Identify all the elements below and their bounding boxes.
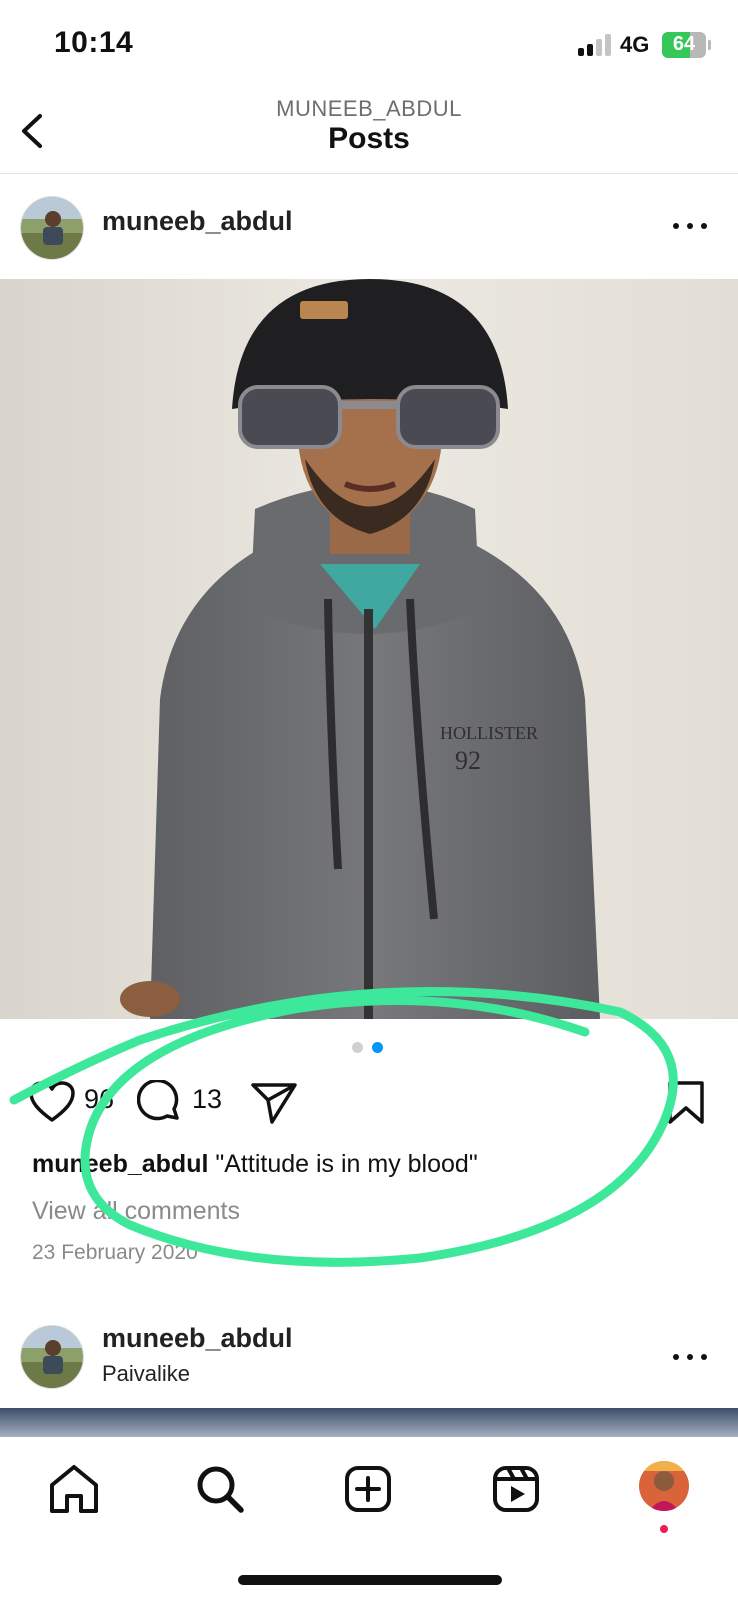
page-title: Posts — [328, 122, 410, 155]
svg-text:HOLLISTER: HOLLISTER — [440, 723, 538, 743]
like-button[interactable] — [28, 1080, 76, 1129]
signal-strength-icon — [578, 34, 612, 56]
next-post-username[interactable]: muneeb_abdul — [102, 1323, 293, 1354]
account-name: MUNEEB_ABDUL — [276, 96, 462, 121]
avatar-image — [21, 1326, 83, 1388]
post-username[interactable]: muneeb_abdul — [102, 206, 293, 237]
avatar[interactable] — [20, 1325, 84, 1389]
search-icon — [197, 1466, 244, 1513]
post-caption: muneeb_abdul "Attitude is in my blood" — [32, 1150, 478, 1179]
heart-icon — [29, 1081, 75, 1122]
tab-reels[interactable] — [486, 1459, 546, 1519]
network-type: 4G — [620, 32, 650, 57]
battery-icon: 64 — [662, 32, 706, 58]
battery-cap — [708, 40, 711, 50]
comment-button[interactable] — [136, 1078, 183, 1131]
next-post-header: muneeb_abdul Paivalike — [0, 1305, 738, 1405]
comments-count[interactable]: 13 — [192, 1084, 222, 1115]
bookmark-icon — [668, 1081, 704, 1124]
carousel-dot-active — [372, 1042, 383, 1053]
post-actions: 96 13 — [0, 1076, 738, 1130]
likes-count[interactable]: 96 — [84, 1084, 114, 1115]
next-post-image[interactable] — [0, 1408, 738, 1438]
create-post-icon — [345, 1466, 391, 1512]
view-all-comments-link[interactable]: View all comments — [32, 1197, 240, 1226]
next-post-location[interactable]: Paivalike — [102, 1361, 190, 1387]
status-bar: 10:14 4G 64 — [0, 0, 738, 90]
post-header: muneeb_abdul — [0, 176, 738, 276]
more-horizontal-icon — [673, 223, 707, 229]
caption-text: "Attitude is in my blood" — [215, 1150, 478, 1178]
carousel-dot — [352, 1042, 363, 1053]
nav-header: MUNEEB_ABDUL Posts — [0, 90, 738, 174]
avatar[interactable] — [20, 196, 84, 260]
avatar-image — [21, 197, 83, 259]
tab-create[interactable] — [338, 1459, 398, 1519]
more-horizontal-icon — [673, 1354, 707, 1360]
share-button[interactable] — [250, 1080, 298, 1131]
more-options-button[interactable] — [670, 1347, 710, 1367]
send-icon — [251, 1083, 297, 1124]
home-icon — [50, 1465, 98, 1513]
comment-icon — [136, 1078, 179, 1121]
notification-dot — [660, 1525, 668, 1533]
post-image[interactable]: HOLLISTER 92 — [0, 279, 738, 1019]
home-indicator — [238, 1575, 502, 1585]
carousel-indicator — [352, 1042, 392, 1054]
more-options-button[interactable] — [670, 216, 710, 236]
tab-search[interactable] — [190, 1459, 250, 1519]
battery-level: 64 — [672, 33, 696, 55]
save-button[interactable] — [666, 1080, 706, 1131]
profile-avatar — [639, 1461, 689, 1511]
reels-icon — [493, 1466, 539, 1512]
tab-home[interactable] — [44, 1459, 104, 1519]
post-photo-illustration: HOLLISTER 92 — [0, 279, 738, 1019]
svg-text:92: 92 — [455, 746, 481, 775]
tab-profile[interactable] — [639, 1461, 689, 1511]
caption-username[interactable]: muneeb_abdul — [32, 1150, 208, 1178]
post-date: 23 February 2020 — [32, 1241, 198, 1264]
status-time: 10:14 — [54, 26, 134, 59]
